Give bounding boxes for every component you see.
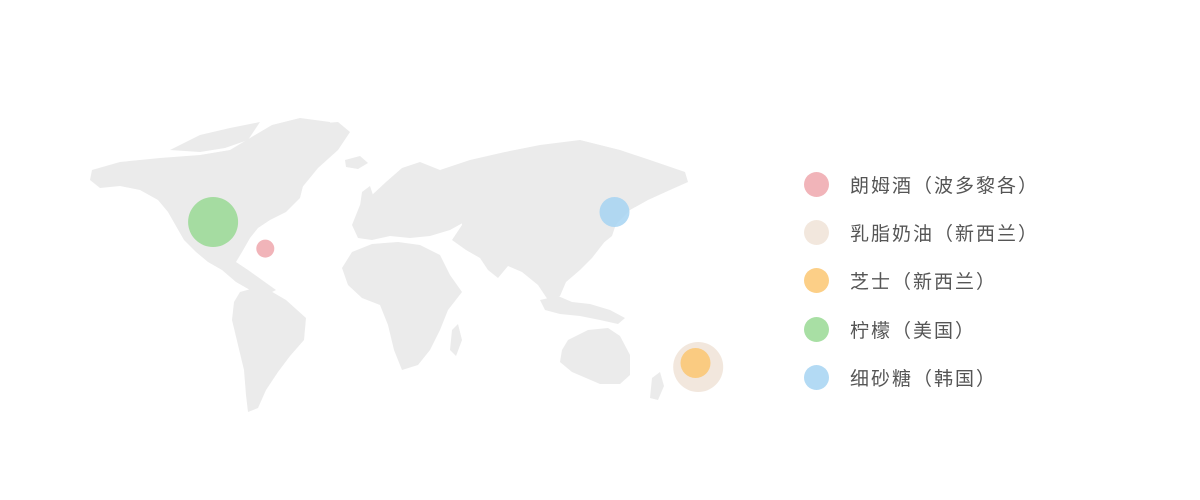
legend-label-cheese: 芝士（新西兰）: [850, 271, 998, 294]
legend-dot-cheese: [804, 268, 829, 294]
legend-dot-rum: [804, 171, 829, 197]
map-marker-4[interactable]: [599, 197, 630, 227]
legend-item-cheese[interactable]: 芝士（新西兰）: [804, 257, 1184, 305]
legend-item-lemon[interactable]: 柠檬（美国）: [804, 305, 1184, 353]
legend-item-rum[interactable]: 朗姆酒（波多黎各）: [804, 160, 1184, 208]
legend-dot-sugar: [804, 364, 829, 390]
southeast-asia-islands: [540, 296, 625, 324]
legend-dot-lemon: [804, 316, 829, 342]
land-masses: [90, 118, 688, 412]
legend-label-rum: 朗姆酒（波多黎各）: [850, 174, 1040, 197]
map-marker-3[interactable]: [188, 197, 239, 247]
legend-label-lemon: 柠檬（美国）: [850, 319, 977, 342]
australia: [560, 328, 630, 384]
map-marker-2[interactable]: [680, 348, 711, 378]
asia: [440, 140, 688, 300]
africa: [342, 242, 462, 370]
new-zealand: [650, 372, 664, 400]
legend-item-sugar[interactable]: 细砂糖（韩国）: [804, 353, 1184, 401]
legend-dot-cream: [804, 219, 829, 245]
legend-label-cream: 乳脂奶油（新西兰）: [850, 222, 1040, 245]
south-america: [232, 286, 306, 412]
world-map: [90, 118, 724, 412]
legend: 朗姆酒（波多黎各） 乳脂奶油（新西兰） 芝士（新西兰） 柠檬（美国） 细砂糖（韩…: [804, 160, 1184, 401]
map-marker-0[interactable]: [256, 239, 275, 258]
iceland: [345, 156, 368, 169]
madagascar: [450, 324, 462, 356]
legend-label-sugar: 细砂糖（韩国）: [850, 367, 998, 390]
legend-item-cream[interactable]: 乳脂奶油（新西兰）: [804, 208, 1184, 256]
